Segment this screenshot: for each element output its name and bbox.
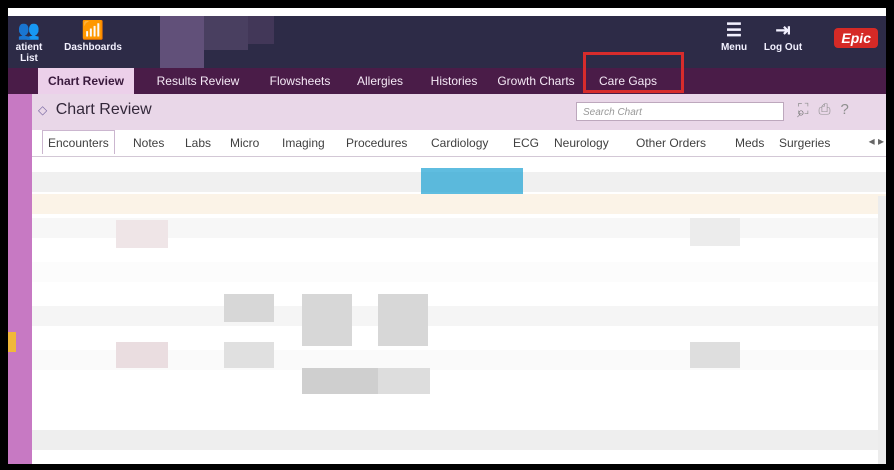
- blurred-area: [302, 294, 352, 346]
- subtab-labs[interactable]: Labs: [185, 136, 211, 150]
- left-accent-strip: [8, 94, 32, 464]
- subtab-cardiology[interactable]: Cardiology: [431, 136, 488, 150]
- epic-logo: Epic: [834, 28, 878, 48]
- blurred-area: [690, 342, 740, 368]
- dashboard-icon: 📶: [81, 20, 105, 40]
- blurred-area: [378, 368, 430, 394]
- blurred-area: [378, 294, 428, 346]
- blurred-area: [224, 342, 274, 368]
- blurred-area: [204, 16, 248, 50]
- menu-icon: ☰: [725, 20, 743, 40]
- blurred-area: [116, 342, 168, 368]
- epic-window: 👥 atient List 📶 Dashboards ☰ Menu ⇥ Log …: [8, 8, 886, 464]
- blurred-row: [32, 262, 886, 282]
- chart-review-header: ◇ Chart Review Search Chart ⌕ ⛶ ⎙ ?: [8, 94, 886, 130]
- tab-histories[interactable]: Histories: [422, 68, 486, 94]
- top-toolbar: 👥 atient List 📶 Dashboards ☰ Menu ⇥ Log …: [8, 16, 886, 68]
- dashboards-label: Dashboards: [64, 42, 122, 53]
- blurred-area: [690, 218, 740, 246]
- subtab-imaging[interactable]: Imaging: [282, 136, 325, 150]
- screenshot-frame: 👥 atient List 📶 Dashboards ☰ Menu ⇥ Log …: [0, 0, 894, 470]
- encounters-panel: Encounters Notes Labs Micro Imaging Proc…: [32, 130, 886, 464]
- blurred-row: [32, 430, 886, 450]
- tab-flowsheets[interactable]: Flowsheets: [260, 68, 340, 94]
- subtab-procedures[interactable]: Procedures: [346, 136, 407, 150]
- blurred-area: [302, 368, 378, 394]
- blurred-row: [32, 194, 886, 214]
- print-icon[interactable]: ⎙: [819, 101, 831, 118]
- subtab-scroll-arrows[interactable]: ◂ ▸: [869, 134, 884, 148]
- expand-icon[interactable]: ⛶: [798, 101, 809, 118]
- subtab-neurology[interactable]: Neurology: [554, 136, 609, 150]
- logout-icon: ⇥: [775, 20, 791, 40]
- subtab-notes[interactable]: Notes: [133, 136, 164, 150]
- left-status-marker: [8, 332, 16, 352]
- help-icon[interactable]: ?: [841, 101, 849, 118]
- chevron-icon: ◇: [38, 103, 48, 117]
- tab-allergies[interactable]: Allergies: [348, 68, 412, 94]
- tab-chart-review[interactable]: Chart Review: [38, 68, 134, 94]
- menu-button[interactable]: ☰ Menu: [713, 20, 755, 53]
- selected-row-indicator: [421, 168, 523, 194]
- activity-tabs: Chart Review Results Review Flowsheets A…: [8, 68, 886, 94]
- menu-label: Menu: [720, 42, 748, 53]
- subtab-meds[interactable]: Meds: [735, 136, 764, 150]
- patient-list-icon: 👥: [17, 20, 41, 40]
- patient-list-button[interactable]: 👥 atient List: [8, 20, 50, 64]
- subtab-ecg[interactable]: ECG: [513, 136, 539, 150]
- blurred-area: [248, 16, 274, 44]
- blurred-area: [224, 294, 274, 322]
- subtab-encounters[interactable]: Encounters: [42, 130, 115, 154]
- chart-toolbar-icons: ⛶ ⎙ ?: [798, 101, 849, 118]
- subtab-micro[interactable]: Micro: [230, 136, 259, 150]
- blurred-area: [116, 220, 168, 248]
- subtab-surgeries[interactable]: Surgeries: [779, 136, 830, 150]
- tab-results-review[interactable]: Results Review: [152, 68, 244, 94]
- care-gaps-highlight: [583, 52, 684, 93]
- tab-growth-charts[interactable]: Growth Charts: [494, 68, 578, 94]
- subtab-other-orders[interactable]: Other Orders: [636, 136, 706, 150]
- dashboards-button[interactable]: 📶 Dashboards: [57, 20, 129, 53]
- blurred-row: [32, 306, 886, 326]
- logout-button[interactable]: ⇥ Log Out: [762, 20, 804, 53]
- logout-label: Log Out: [763, 42, 803, 53]
- chart-subtabs: Encounters Notes Labs Micro Imaging Proc…: [32, 130, 886, 157]
- search-chart-input[interactable]: Search Chart ⌕: [576, 102, 805, 121]
- patient-list-label: atient List: [15, 42, 43, 64]
- chart-review-title: ◇ Chart Review: [38, 101, 152, 118]
- blurred-area: [160, 16, 204, 68]
- vertical-scrollbar[interactable]: [878, 196, 886, 464]
